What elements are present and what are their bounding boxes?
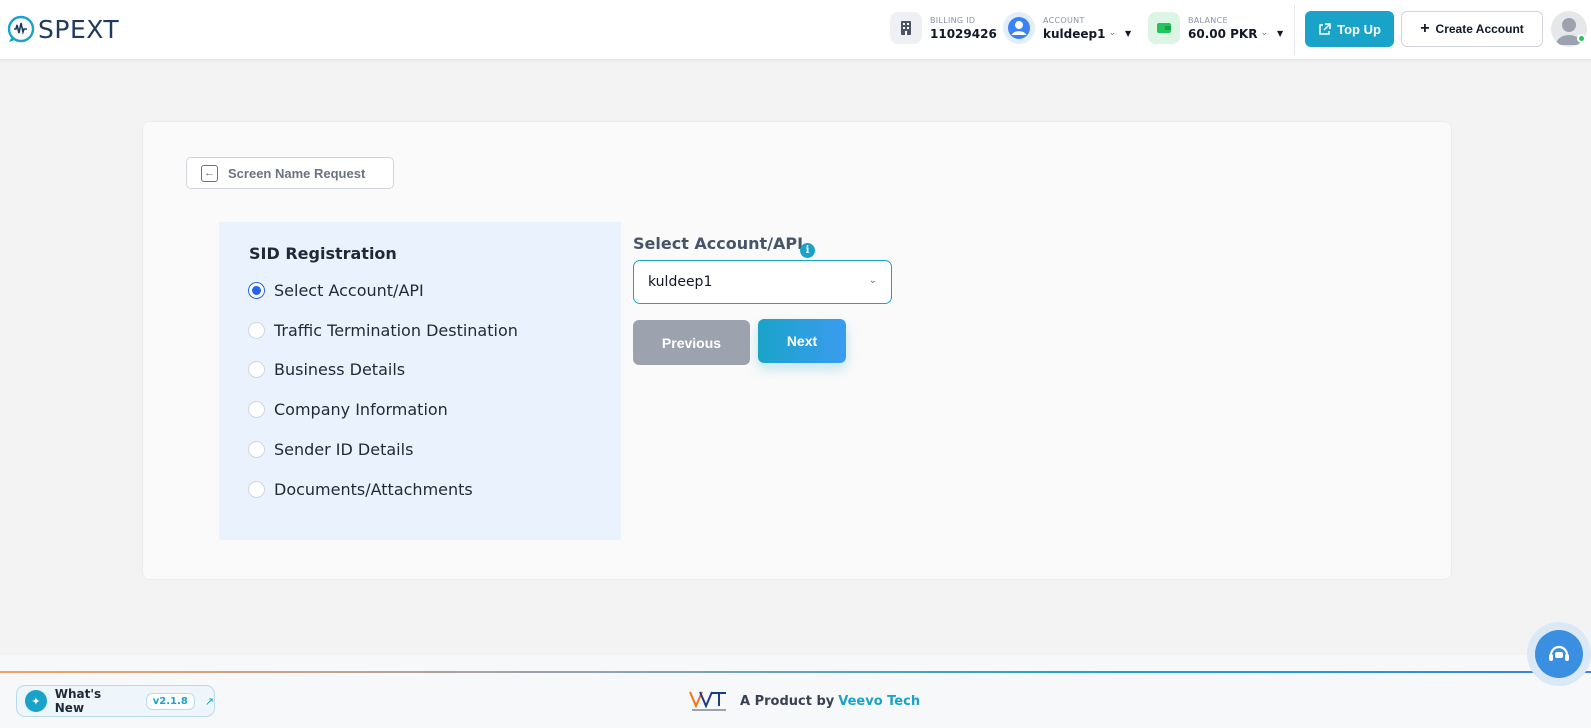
online-status-dot bbox=[1577, 34, 1586, 43]
previous-button[interactable]: Previous bbox=[633, 320, 750, 365]
product-prefix: A Product by bbox=[740, 693, 835, 709]
account-api-select[interactable]: kuldeep1 ⌄ bbox=[633, 260, 892, 304]
account-switcher[interactable]: ACCOUNT kuldeep1 ⌄ ▼ bbox=[1003, 12, 1131, 44]
caret-down-icon: ▼ bbox=[1277, 28, 1284, 38]
whats-new-label: What's New bbox=[54, 687, 102, 715]
footer-gradient-line bbox=[0, 671, 1591, 673]
select-value: kuldeep1 bbox=[648, 274, 713, 290]
step-label: Traffic Termination Destination bbox=[274, 321, 518, 340]
billing-id-block: BILLING ID 11029426 bbox=[890, 12, 997, 44]
top-up-label: Top Up bbox=[1337, 21, 1381, 37]
step-documents-attachments[interactable]: Documents/Attachments bbox=[248, 480, 473, 499]
chevron-down-icon: ⌄ bbox=[868, 275, 877, 286]
radio-unselected[interactable] bbox=[248, 322, 265, 339]
product-brand-link[interactable]: Veevo Tech bbox=[838, 694, 920, 709]
sid-registration-steps: SID Registration Select Account/API Traf… bbox=[219, 222, 621, 540]
back-to-screen-name-request-button[interactable]: ← Screen Name Request bbox=[186, 157, 394, 189]
chevron-down-icon: ⌄ bbox=[1108, 28, 1116, 38]
radio-unselected[interactable] bbox=[248, 401, 265, 418]
step-traffic-termination-destination[interactable]: Traffic Termination Destination bbox=[248, 321, 518, 340]
steps-title: SID Registration bbox=[249, 244, 397, 263]
radio-unselected[interactable] bbox=[248, 481, 265, 498]
logo-text: SPEXT bbox=[38, 14, 120, 44]
plus-icon: + bbox=[1420, 20, 1430, 37]
external-link-icon bbox=[1319, 22, 1331, 35]
balance-label: BALANCE bbox=[1188, 15, 1228, 25]
headset-icon bbox=[1535, 630, 1583, 678]
balance-block[interactable]: BALANCE 60.00 PKR ⌄ ▼ bbox=[1148, 12, 1283, 44]
wallet-icon bbox=[1148, 12, 1180, 44]
next-button[interactable]: Next bbox=[758, 319, 846, 363]
radio-unselected[interactable] bbox=[248, 361, 265, 378]
external-link-icon: ↗ bbox=[204, 694, 214, 708]
select-account-api-label: Select Account/API bbox=[633, 234, 804, 253]
sparkle-icon: ✦ bbox=[25, 690, 47, 712]
create-account-label: Create Account bbox=[1435, 22, 1524, 36]
billing-id-label: BILLING ID bbox=[930, 15, 976, 25]
step-label: Select Account/API bbox=[274, 281, 424, 300]
step-sender-id-details[interactable]: Sender ID Details bbox=[248, 440, 413, 459]
create-account-button[interactable]: + Create Account bbox=[1401, 11, 1543, 47]
billing-id-value: 11029426 bbox=[930, 26, 997, 41]
logo-chat-wave-icon bbox=[7, 15, 35, 43]
balance-value: 60.00 PKR bbox=[1188, 26, 1258, 41]
step-label: Company Information bbox=[274, 400, 448, 419]
step-business-details[interactable]: Business Details bbox=[248, 360, 405, 379]
spext-logo[interactable]: SPEXT bbox=[6, 14, 119, 44]
product-attribution: A Product by Veevo Tech bbox=[688, 688, 920, 714]
step-label: Sender ID Details bbox=[274, 440, 414, 459]
radio-selected[interactable] bbox=[248, 282, 265, 299]
header-divider bbox=[1294, 5, 1295, 55]
account-label: ACCOUNT bbox=[1043, 15, 1085, 25]
whats-new-button[interactable]: ✦ What's New v2.1.8 ↗ bbox=[16, 685, 215, 717]
account-value: kuldeep1 bbox=[1043, 26, 1106, 41]
user-circle-icon bbox=[1003, 12, 1035, 44]
step-select-account-api[interactable]: Select Account/API bbox=[248, 281, 424, 300]
version-badge: v2.1.8 bbox=[145, 692, 195, 710]
info-icon[interactable]: i bbox=[800, 243, 815, 258]
chevron-down-icon: ⌄ bbox=[1260, 28, 1269, 38]
building-icon bbox=[890, 12, 922, 44]
top-header: SPEXT BILLING ID 11029426 ACCOUNT kuldee… bbox=[0, 0, 1591, 60]
top-up-button[interactable]: Top Up bbox=[1305, 11, 1394, 47]
veevo-tech-logo-icon bbox=[689, 691, 726, 711]
step-label: Documents/Attachments bbox=[274, 480, 473, 499]
support-chat-button[interactable] bbox=[1527, 622, 1591, 686]
back-button-label: Screen Name Request bbox=[228, 165, 366, 181]
step-company-information[interactable]: Company Information bbox=[248, 400, 448, 419]
arrow-left-box-icon: ← bbox=[201, 164, 218, 182]
radio-unselected[interactable] bbox=[248, 441, 265, 458]
step-label: Business Details bbox=[274, 360, 406, 379]
caret-down-icon: ▼ bbox=[1125, 28, 1132, 38]
